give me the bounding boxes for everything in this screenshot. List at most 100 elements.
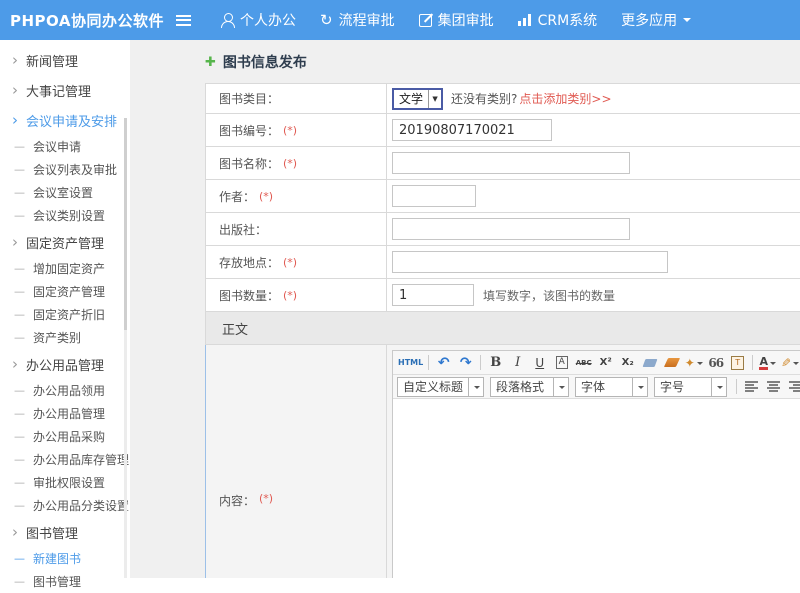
align-left-button[interactable]	[741, 377, 762, 397]
form-row-author: 作者： (*)	[205, 180, 800, 213]
sidebar-item-label: 办公用品分类设置	[33, 497, 129, 514]
auto-format-button[interactable]: ✦	[683, 353, 704, 373]
auto-format-icon: ✦	[685, 356, 695, 370]
editor-toolbar-row2: 自定义标题段落格式字体字号∞∞	[393, 375, 800, 399]
sidebar-item-label: 会议类别设置	[33, 207, 105, 224]
category-select[interactable]: 文学▼	[392, 88, 443, 110]
sidebar-item-supplies-purchase[interactable]: —办公用品采购	[0, 425, 130, 448]
font-family-select[interactable]: 字体	[575, 377, 648, 397]
editor-toolbar-row1: HTML↶↷BIUAABCX²X₂✦66TA✎	[393, 351, 800, 375]
menu-toggle-icon[interactable]	[176, 15, 191, 26]
sidebar-item-asset-mgmt[interactable]: ›固定资产管理	[0, 227, 130, 257]
custom-title-select[interactable]: 自定义标题	[397, 377, 484, 397]
field-label: 图书编号：	[219, 122, 279, 139]
superscript-button[interactable]: X²	[595, 353, 616, 373]
sidebar-item-label: 新闻管理	[26, 51, 78, 70]
undo-icon: ↶	[438, 356, 450, 370]
nav-item-more-apps[interactable]: 更多应用	[617, 0, 695, 40]
underline-button[interactable]: U	[529, 353, 550, 373]
sidebar-item-news-mgmt[interactable]: ›新闻管理	[0, 45, 130, 75]
field-label: 图书数量：	[219, 287, 279, 304]
sidebar-item-asset-add[interactable]: —增加固定资产	[0, 257, 130, 280]
sidebar-item-book-mgmt[interactable]: ›图书管理	[0, 517, 130, 547]
content-field-cell: HTML↶↷BIUAABCX²X₂✦66TA✎ 自定义标题段落格式字体字号∞∞	[387, 345, 800, 578]
sidebar: ›新闻管理›大事记管理›会议申请及安排—会议申请—会议列表及审批—会议室设置—会…	[0, 40, 130, 578]
paragraph-format-select[interactable]: 段落格式	[490, 377, 569, 397]
sidebar-item-approval-permission[interactable]: —审批权限设置	[0, 471, 130, 494]
bold-button[interactable]: B	[485, 353, 506, 373]
sidebar-item-label: 会议列表及审批	[33, 161, 117, 178]
book-name-input[interactable]	[392, 152, 630, 174]
format-brush-button[interactable]	[661, 353, 682, 373]
sidebar-item-supplies-manage[interactable]: —办公用品管理	[0, 402, 130, 425]
field-label-cell: 图书数量：(*)	[206, 279, 387, 311]
nav-item-process-approval[interactable]: ↻流程审批	[316, 0, 399, 40]
dash-icon: —	[14, 575, 25, 588]
sidebar-item-meeting-list[interactable]: —会议列表及审批	[0, 158, 130, 181]
form-row-book-name: 图书名称：(*)	[205, 147, 800, 180]
nav-item-personal-office[interactable]: 个人办公	[217, 0, 300, 40]
strikethrough-button[interactable]: ABC	[573, 353, 594, 373]
sidebar-item-meeting-room[interactable]: —会议室设置	[0, 181, 130, 204]
align-left-icon	[745, 381, 758, 392]
paste-text-button[interactable]: T	[727, 353, 748, 373]
location-input[interactable]	[392, 251, 668, 273]
required-mark: (*)	[259, 190, 273, 203]
dash-icon: —	[14, 186, 25, 199]
eraser-icon	[642, 359, 657, 367]
editor-content-area[interactable]	[393, 399, 800, 578]
html-source-button[interactable]: HTML	[397, 353, 424, 373]
sidebar-item-asset-depreciation[interactable]: —固定资产折旧	[0, 303, 130, 326]
redo-button[interactable]: ↷	[455, 353, 476, 373]
subscript-button[interactable]: X₂	[617, 353, 638, 373]
font-size-select[interactable]: 字号	[654, 377, 727, 397]
person-icon	[221, 13, 234, 28]
publisher-input[interactable]	[392, 218, 630, 240]
strikethrough-icon: ABC	[576, 359, 592, 367]
form-row-category: 图书类目：文学▼还没有类别?点击添加类别>>	[205, 84, 800, 114]
blockquote-button[interactable]: 66	[705, 353, 726, 373]
sidebar-scrollbar-thumb[interactable]	[124, 118, 127, 330]
sidebar-item-meeting-category[interactable]: —会议类别设置	[0, 204, 130, 227]
book-no-input[interactable]	[392, 119, 552, 141]
sidebar-item-asset-category[interactable]: —资产类别	[0, 326, 130, 349]
sidebar-item-supplies-stock[interactable]: —办公用品库存管理	[0, 448, 130, 471]
quantity-input[interactable]	[392, 284, 474, 306]
app-logo[interactable]: PHPOA协同办公软件	[0, 10, 176, 31]
toolbar-separator	[428, 355, 429, 370]
sidebar-item-supplies-claim[interactable]: —办公用品领用	[0, 379, 130, 402]
chevron-down-icon	[632, 378, 647, 396]
sidebar-item-book-new[interactable]: —新建图书	[0, 547, 130, 570]
author-input[interactable]	[392, 185, 476, 207]
field-label: 出版社：	[219, 221, 267, 238]
field-label: 作者：	[219, 188, 255, 205]
nav-item-group-approval[interactable]: 集团审批	[415, 0, 498, 40]
add-category-link[interactable]: 点击添加类别>>	[519, 90, 611, 107]
chevron-right-icon: ›	[12, 526, 18, 539]
sidebar-item-meeting-request[interactable]: —会议申请	[0, 135, 130, 158]
align-center-button[interactable]	[763, 377, 784, 397]
sidebar-item-asset-manage[interactable]: —固定资产管理	[0, 280, 130, 303]
sidebar-item-supplies-mgmt[interactable]: ›办公用品管理	[0, 349, 130, 379]
italic-button[interactable]: I	[507, 353, 528, 373]
font-color-button[interactable]: A	[757, 353, 778, 373]
autotypeset-button[interactable]: A	[551, 353, 572, 373]
main-content: ✚ 图书信息发布 图书类目：文学▼还没有类别?点击添加类别>>图书编号：(*)图…	[130, 40, 800, 578]
italic-icon: I	[515, 355, 520, 370]
eraser-button[interactable]	[639, 353, 660, 373]
sidebar-item-supplies-category[interactable]: —办公用品分类设置	[0, 494, 130, 517]
required-mark: (*)	[259, 492, 273, 505]
sidebar-item-book-manage[interactable]: —图书管理	[0, 570, 130, 593]
caret-down-icon	[770, 362, 776, 368]
underline-icon: U	[535, 356, 544, 370]
sidebar-scrollbar[interactable]	[124, 118, 127, 578]
sidebar-item-label: 办公用品管理	[26, 355, 104, 374]
dash-icon: —	[14, 262, 25, 275]
nav-item-crm-system[interactable]: CRM系统	[514, 0, 602, 40]
highlight-color-button[interactable]: ✎	[779, 353, 800, 373]
align-right-button[interactable]	[785, 377, 800, 397]
sidebar-item-memorabilia-mgmt[interactable]: ›大事记管理	[0, 75, 130, 105]
sidebar-item-meeting-apply[interactable]: ›会议申请及安排	[0, 105, 130, 135]
sidebar-item-label: 审批权限设置	[33, 474, 105, 491]
undo-button[interactable]: ↶	[433, 353, 454, 373]
